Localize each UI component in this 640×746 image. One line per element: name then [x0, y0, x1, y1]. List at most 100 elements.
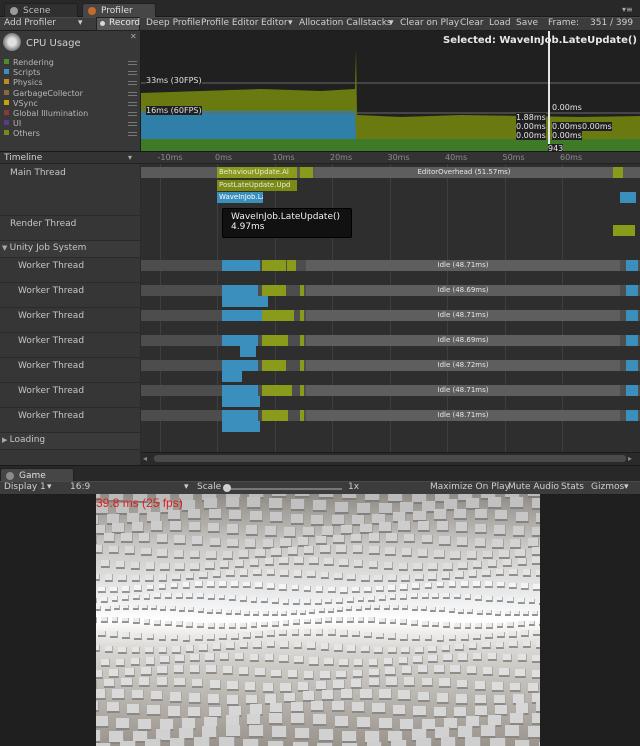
worker-idle-block[interactable]: Idle (48.71ms) — [306, 310, 620, 321]
worker-job-block[interactable] — [262, 410, 288, 421]
worker-job-block[interactable] — [222, 335, 258, 346]
worker-job-block[interactable] — [626, 360, 638, 371]
legend-item[interactable]: UI — [4, 119, 137, 129]
editor-dropdown[interactable]: Editor — [261, 18, 288, 28]
main-block-aux[interactable] — [300, 167, 313, 178]
allocation-callstacks-caret[interactable]: ▾ — [389, 18, 394, 28]
worker-job-block[interactable] — [222, 396, 260, 407]
legend-drag-handle[interactable] — [128, 101, 137, 106]
worker-job-block[interactable] — [222, 421, 260, 432]
worker-job-block[interactable] — [262, 335, 288, 346]
add-profiler-dropdown[interactable]: Add Profiler — [4, 18, 56, 28]
main-block-aux[interactable] — [620, 192, 636, 203]
worker-job-block[interactable] — [626, 285, 638, 296]
worker-job-block[interactable] — [262, 285, 286, 296]
scale-slider-handle[interactable] — [223, 484, 231, 492]
worker-job-block[interactable] — [300, 360, 304, 371]
legend-item[interactable]: GarbageCollector — [4, 89, 137, 99]
worker-job-block[interactable] — [262, 360, 286, 371]
game-view[interactable] — [96, 494, 540, 746]
close-icon[interactable]: ✕ — [130, 32, 137, 41]
legend-item[interactable]: Others — [4, 129, 137, 139]
worker-idle-block[interactable]: Idle (48.71ms) — [306, 410, 620, 421]
deep-profile-button[interactable]: Deep Profile — [146, 18, 201, 28]
legend-drag-handle[interactable] — [128, 81, 137, 86]
stats-toggle[interactable]: Stats — [561, 482, 584, 492]
save-button[interactable]: Save — [516, 18, 538, 28]
worker-job-block[interactable] — [222, 385, 258, 396]
scroll-right-icon[interactable]: ▸ — [628, 454, 632, 463]
worker-idle-block[interactable]: Idle (48.69ms) — [306, 335, 620, 346]
worker-job-block[interactable] — [626, 410, 638, 421]
legend-drag-handle[interactable] — [128, 71, 137, 76]
tab-profiler[interactable]: Profiler — [82, 3, 156, 17]
tab-scene[interactable]: Scene — [4, 3, 78, 17]
worker-job-block[interactable] — [300, 410, 304, 421]
loading-group[interactable]: ▶ Loading — [0, 433, 140, 450]
scale-slider[interactable] — [224, 488, 342, 490]
clear-button[interactable]: Clear — [460, 18, 484, 28]
legend-drag-handle[interactable] — [128, 122, 137, 127]
gizmos-dropdown-caret[interactable]: ▾ — [624, 482, 629, 492]
legend-drag-handle[interactable] — [128, 132, 137, 137]
editor-overhead-block[interactable]: EditorOverhead (51.57ms) — [315, 167, 613, 178]
worker-job-block[interactable] — [300, 285, 304, 296]
worker-job-block[interactable] — [300, 385, 304, 396]
add-profiler-caret[interactable]: ▾ — [78, 18, 83, 28]
aspect-dropdown-caret[interactable]: ▾ — [184, 482, 189, 492]
legend-drag-handle[interactable] — [128, 91, 137, 96]
legend-item[interactable]: Rendering — [4, 58, 137, 68]
worker-job-block[interactable] — [222, 410, 258, 421]
worker-job-block[interactable] — [626, 310, 638, 321]
worker-job-block[interactable] — [222, 296, 268, 307]
worker-job-block[interactable] — [287, 260, 296, 271]
worker-job-block[interactable] — [222, 371, 242, 382]
timeline-area[interactable] — [141, 164, 640, 452]
worker-job-block[interactable] — [626, 385, 638, 396]
worker-job-block[interactable] — [300, 335, 304, 346]
profile-editor-button[interactable]: Profile Editor — [201, 18, 258, 28]
worker-job-block[interactable] — [240, 346, 256, 357]
worker-idle-block[interactable]: Idle (48.69ms) — [306, 285, 620, 296]
gizmos-dropdown[interactable]: Gizmos — [591, 482, 624, 492]
chevron-down-icon[interactable]: ▾ — [128, 153, 132, 162]
legend-item[interactable]: VSync — [4, 99, 137, 109]
legend-item[interactable]: Scripts — [4, 68, 137, 78]
main-block-behaviour-update[interactable]: BehaviourUpdate.Al — [217, 167, 297, 178]
scrollbar-thumb[interactable] — [154, 455, 626, 462]
legend-item[interactable]: Global Illumination — [4, 109, 137, 119]
worker-job-block[interactable] — [262, 310, 294, 321]
timeline-view-dropdown[interactable]: Timeline — [4, 153, 42, 163]
legend-drag-handle[interactable] — [128, 112, 137, 116]
tab-game[interactable]: Game — [0, 468, 74, 482]
worker-job-block[interactable] — [300, 310, 304, 321]
load-button[interactable]: Load — [489, 18, 511, 28]
render-block[interactable] — [613, 225, 635, 236]
mute-audio-toggle[interactable]: Mute Audio — [508, 482, 559, 492]
worker-job-block[interactable] — [222, 285, 258, 296]
worker-idle-block[interactable]: Idle (48.72ms) — [306, 360, 620, 371]
worker-job-block[interactable] — [262, 385, 292, 396]
allocation-callstacks-button[interactable]: Allocation Callstacks — [299, 18, 392, 28]
worker-idle-block[interactable]: Idle (48.71ms) — [306, 260, 620, 271]
main-block-wave-in-job[interactable]: WaveInJob.LateUpda — [217, 192, 263, 203]
job-system-group[interactable]: ▼ Unity Job System — [0, 241, 140, 258]
worker-job-block[interactable] — [626, 335, 638, 346]
legend-item[interactable]: Physics — [4, 78, 137, 88]
display-dropdown-caret[interactable]: ▾ — [47, 482, 52, 492]
panel-menu-icon[interactable]: ▾≡ — [622, 5, 636, 14]
aspect-dropdown[interactable]: 16:9 — [70, 482, 90, 492]
clear-on-play-button[interactable]: Clear on Play — [400, 18, 459, 28]
worker-job-block[interactable] — [222, 360, 258, 371]
worker-job-block[interactable] — [262, 260, 286, 271]
main-block-post-late-update[interactable]: PostLateUpdate.Upd — [217, 180, 297, 191]
worker-job-block[interactable] — [626, 260, 638, 271]
worker-job-block[interactable] — [222, 260, 260, 271]
worker-idle-block[interactable]: Idle (48.71ms) — [306, 385, 620, 396]
editor-dropdown-caret[interactable]: ▾ — [288, 18, 293, 28]
display-dropdown[interactable]: Display 1 — [4, 482, 46, 492]
scroll-left-icon[interactable]: ◂ — [143, 454, 147, 463]
legend-drag-handle[interactable] — [128, 61, 137, 65]
maximize-on-play-toggle[interactable]: Maximize On Play — [430, 482, 510, 492]
main-block-aux[interactable] — [613, 167, 623, 178]
